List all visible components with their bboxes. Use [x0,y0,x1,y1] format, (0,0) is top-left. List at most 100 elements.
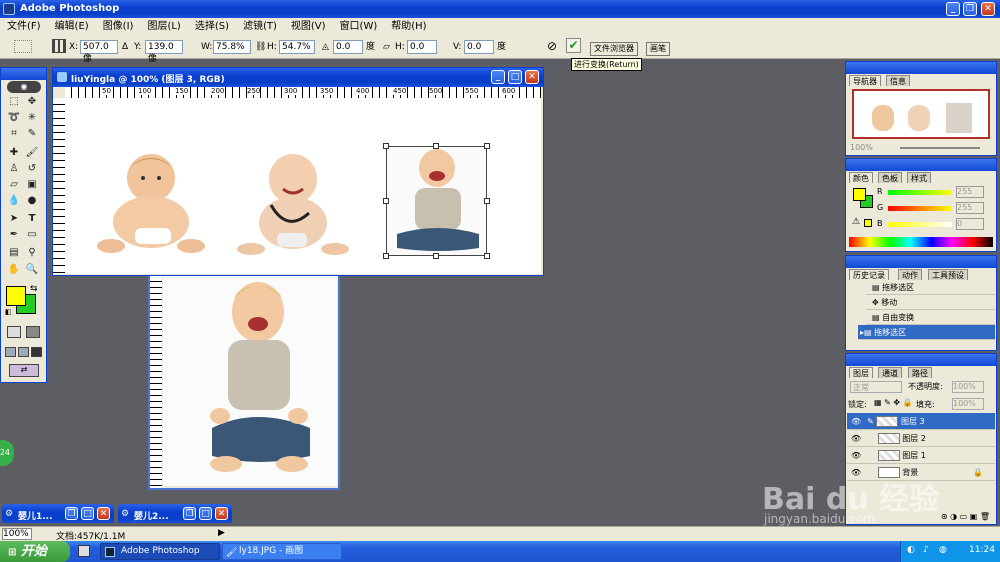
skew-h-field[interactable]: 0.0 [407,40,437,54]
status-arrow-icon[interactable]: ▶ [218,528,225,538]
marquee-tool-icon[interactable]: ⬚ [7,95,21,109]
g-slider[interactable] [888,206,952,211]
tray-icon[interactable]: ♪ [923,545,929,555]
transform-handle[interactable] [484,143,490,149]
menu-view[interactable]: 视图(V) [284,18,333,35]
color-spectrum-bar[interactable] [849,237,993,247]
slice-tool-icon[interactable]: ✎ [25,127,39,141]
navigator-zoom[interactable]: 100% [850,143,873,152]
jump-to-imageready-icon[interactable]: ⇄ [9,364,39,377]
r-field[interactable]: 255 [956,186,984,198]
transform-handle[interactable] [433,143,439,149]
tab-actions[interactable]: 动作 [898,269,922,280]
eye-icon[interactable]: 👁 [851,417,861,426]
b-field[interactable]: 0 [956,218,984,230]
skew-v-field[interactable]: 0.0 [464,40,494,54]
menu-window[interactable]: 窗口(W) [333,18,385,35]
h-field[interactable]: 54.7% [279,40,315,54]
default-colors-icon[interactable]: ◧ [5,308,12,316]
eye-icon[interactable]: 👁 [851,434,861,443]
screen-mode-1-icon[interactable] [5,347,16,357]
doc-close-button[interactable]: ✕ [525,70,539,84]
tray-icon[interactable]: ◐ [907,545,915,555]
crop-tool-icon[interactable]: ⌗ [7,127,21,141]
healing-brush-tool-icon[interactable]: ✚ [7,146,21,160]
start-button[interactable]: ⊞ 开始 [0,541,70,562]
maximize-button[interactable]: □ [81,507,94,520]
history-item[interactable]: ▤ 自由变换 [866,310,995,325]
tab-color[interactable]: 颜色 [849,172,873,183]
gamut-swatch[interactable] [864,219,872,227]
layer-row[interactable]: 👁 图层 1 [847,447,995,464]
minimized-doc-2[interactable]: ⚙ 婴儿2... ❐ □ ✕ [118,504,232,523]
b-slider[interactable] [888,222,952,227]
stamp-tool-icon[interactable]: ♙ [7,162,21,176]
menu-help[interactable]: 帮助(H) [384,18,433,35]
close-button[interactable]: ✕ [97,507,110,520]
notes-tool-icon[interactable]: ▤ [7,246,21,260]
commit-transform-icon[interactable]: ✔ [566,38,581,53]
transform-handle[interactable] [383,143,389,149]
shape-tool-icon[interactable]: ▭ [25,228,39,242]
tab-tool-presets[interactable]: 工具预设 [928,269,968,280]
foreground-color-swatch[interactable] [6,286,26,306]
cancel-transform-icon[interactable]: ⊘ [547,40,557,53]
tab-history[interactable]: 历史记录 [849,269,889,280]
eraser-tool-icon[interactable]: ▱ [7,178,21,192]
close-button[interactable]: ✕ [981,2,995,16]
menu-layer[interactable]: 图层(L) [140,18,187,35]
taskbar-item-photoshop[interactable]: Adobe Photoshop [100,543,220,560]
layer-row[interactable]: 👁 ✎ 图层 3 [847,413,995,430]
transform-handle[interactable] [484,198,490,204]
blend-mode-select[interactable]: 正常 [850,381,902,393]
tab-channels[interactable]: 通道 [878,367,902,378]
menu-select[interactable]: 选择(S) [188,18,236,35]
menu-edit[interactable]: 编辑(E) [48,18,96,35]
tab-paths[interactable]: 路径 [908,367,932,378]
dodge-tool-icon[interactable]: ● [25,194,39,208]
swap-colors-icon[interactable]: ⇆ [30,284,38,294]
tab-info[interactable]: 信息 [886,75,910,86]
screen-mode-2-icon[interactable] [18,347,29,357]
magic-wand-tool-icon[interactable]: ✳ [25,111,39,125]
gradient-tool-icon[interactable]: ▣ [25,178,39,192]
link-icon[interactable]: ⛓ [255,40,266,54]
type-tool-icon[interactable]: T [25,212,39,226]
doc-maximize-button[interactable]: □ [508,70,522,84]
menu-file[interactable]: 文件(F) [0,18,48,35]
layer-row[interactable]: 👁 图层 2 [847,430,995,447]
transform-handle[interactable] [484,253,490,259]
quick-launch-icon[interactable] [78,545,90,557]
tab-layers[interactable]: 图层 [849,367,873,378]
minimized-doc-1[interactable]: ⚙ 婴儿1... ❐ □ ✕ [2,504,114,523]
tab-brushes[interactable]: 画笔 [646,42,670,56]
transform-handle[interactable] [383,253,389,259]
lasso-tool-icon[interactable]: ➰ [7,111,21,125]
eye-icon[interactable]: 👁 [851,451,861,460]
transform-handle[interactable] [383,198,389,204]
taskbar-item-paint[interactable]: 🖌 ly18.JPG - 画图 [222,543,342,560]
menu-filter[interactable]: 滤镜(T) [236,18,284,35]
standard-mode-icon[interactable] [7,326,21,338]
transform-handle[interactable] [433,253,439,259]
menu-image[interactable]: 图像(I) [96,18,141,35]
history-item[interactable]: ✥ 移动 [866,295,995,310]
restore-button[interactable]: ❐ [963,2,977,16]
brush-tool-icon[interactable]: 🖌 [25,146,39,160]
g-field[interactable]: 255 [956,202,984,214]
tab-file-browser[interactable]: 文件浏览器 [590,42,638,56]
quick-mask-icon[interactable] [26,326,40,338]
history-item[interactable]: ▸▤ 拖移选区 [858,325,995,340]
pen-tool-icon[interactable]: ✒ [7,228,21,242]
color-fg-swatch[interactable] [853,188,866,201]
screen-mode-3-icon[interactable] [31,347,42,357]
doc-minimize-button[interactable]: _ [491,70,505,84]
lock-icons[interactable]: ▦ ✎ ✥ 🔒 [874,398,913,407]
close-button[interactable]: ✕ [215,507,228,520]
w-field[interactable]: 75.8% [213,40,251,54]
status-zoom[interactable]: 100% [2,528,32,540]
hand-tool-icon[interactable]: ✋ [7,263,21,277]
warning-icon[interactable]: ⚠ [852,217,860,227]
rotate-field[interactable]: 0.0 [333,40,363,54]
restore-button[interactable]: ❐ [65,507,78,520]
